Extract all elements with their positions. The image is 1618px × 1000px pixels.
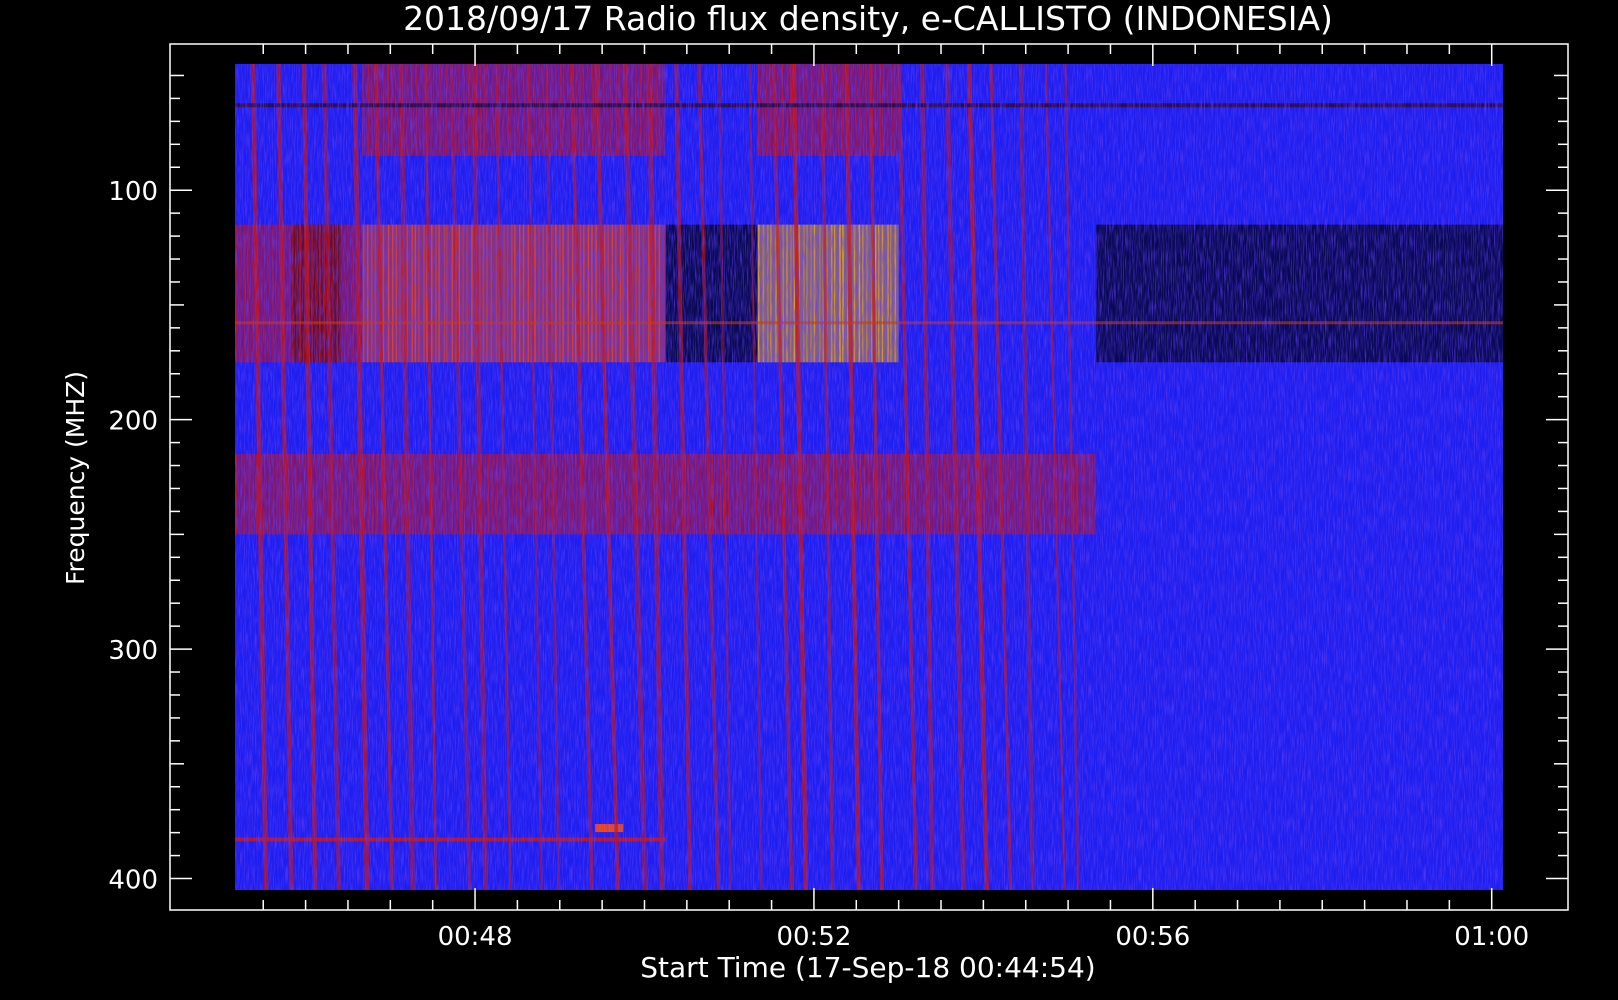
x-tick-label: 01:00 xyxy=(1454,922,1529,952)
spectrogram-image xyxy=(235,64,1503,890)
x-tick-label: 00:48 xyxy=(438,922,513,952)
y-axis-title: Frequency (MHZ) xyxy=(61,371,90,585)
x-axis-title: Start Time (17-Sep-18 00:44:54) xyxy=(640,951,1095,984)
chart-title: 2018/09/17 Radio flux density, e-CALLIST… xyxy=(403,0,1333,38)
x-tick-label: 00:56 xyxy=(1115,922,1190,952)
y-tick-label: 200 xyxy=(108,407,158,437)
y-tick-label: 400 xyxy=(108,866,158,896)
x-tick-label: 00:52 xyxy=(776,922,851,952)
spectrogram-chart: 100 200 300 400 00:48 00:52 00:56 01:00 2018/0… xyxy=(61,0,1569,984)
y-tick-label: 300 xyxy=(108,636,158,666)
y-tick-label: 100 xyxy=(108,177,158,207)
noise-texture xyxy=(235,64,1503,890)
